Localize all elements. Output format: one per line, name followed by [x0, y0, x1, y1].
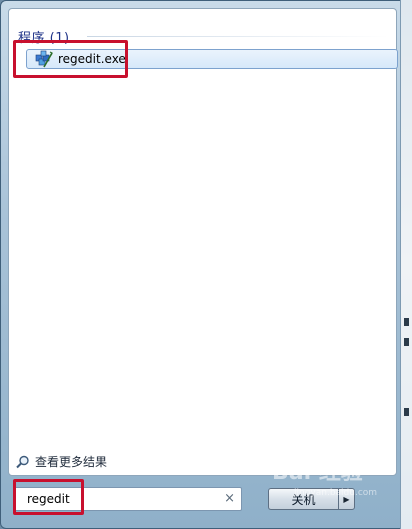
result-item-label: regedit.exe	[58, 52, 126, 66]
desktop-background-strip	[400, 0, 412, 529]
background-mark	[404, 408, 409, 416]
result-item-regedit[interactable]: regedit.exe	[26, 49, 398, 69]
search-input[interactable]: regedit ×	[13, 487, 242, 511]
search-results-panel: 程序 (1) regedit.exe 查看更多结果	[8, 8, 398, 476]
search-icon	[16, 455, 29, 468]
section-header-programs: 程序 (1)	[18, 31, 70, 46]
registry-editor-icon	[35, 50, 53, 68]
background-mark	[404, 338, 409, 346]
clear-search-icon[interactable]: ×	[224, 491, 235, 506]
see-more-results-label: 查看更多结果	[35, 455, 108, 469]
shutdown-button[interactable]: 关机	[268, 488, 338, 510]
section-divider	[87, 36, 389, 37]
background-mark	[404, 318, 409, 326]
shutdown-options-arrow-icon[interactable]: ▶	[338, 488, 355, 510]
see-more-results-link[interactable]: 查看更多结果	[16, 453, 107, 470]
search-input-value: regedit	[27, 492, 70, 506]
